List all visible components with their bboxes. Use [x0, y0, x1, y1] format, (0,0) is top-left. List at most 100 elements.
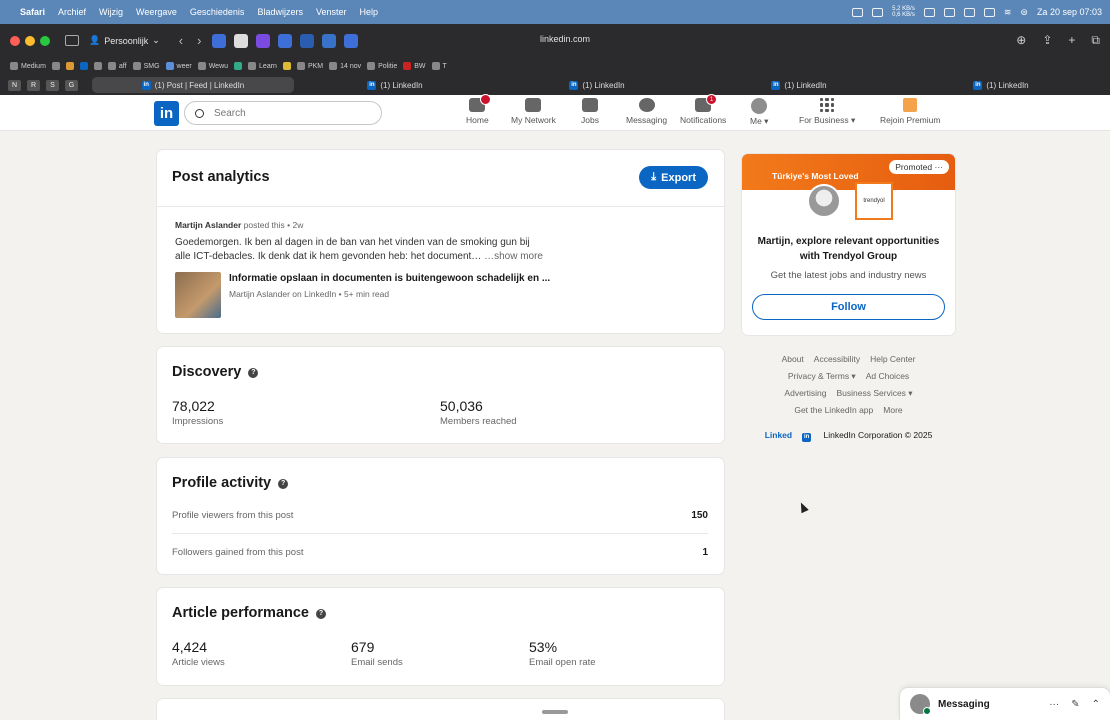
nav-jobs[interactable]: Jobs: [581, 98, 599, 125]
new-tab-icon[interactable]: +: [1068, 33, 1075, 48]
nav-notifications[interactable]: 1 Notifications: [680, 94, 726, 125]
favorite-item[interactable]: [51, 62, 60, 70]
profile-switcher[interactable]: 👤 Persoonlijk ⌄: [89, 35, 160, 46]
browser-tab[interactable]: in (1) LinkedIn: [496, 77, 698, 93]
share-icon[interactable]: ⇪: [1042, 33, 1052, 48]
address-bar[interactable]: linkedin.com: [540, 34, 590, 44]
footer-link[interactable]: Advertising: [784, 388, 826, 398]
favorite-item[interactable]: 14 nov: [329, 62, 361, 70]
follow-button[interactable]: Follow: [752, 294, 945, 320]
favorite-item[interactable]: Wewu: [197, 62, 228, 70]
sidebar-toggle-icon[interactable]: [65, 35, 79, 46]
footer-link[interactable]: Help Center: [870, 354, 915, 364]
extension-icon[interactable]: [278, 33, 293, 48]
favorite-item[interactable]: Politie: [367, 62, 397, 70]
menu-bladwijzers[interactable]: Bladwijzers: [257, 7, 303, 17]
footer-link[interactable]: About: [782, 354, 804, 364]
export-button[interactable]: ⤓ Export: [639, 166, 708, 189]
favorite-item[interactable]: weer: [165, 62, 192, 70]
promoted-badge[interactable]: Promoted ···: [889, 160, 949, 174]
nav-for-business[interactable]: For Business ▾: [799, 98, 855, 126]
more-options-icon[interactable]: ···: [935, 162, 944, 172]
pinned-tab[interactable]: G: [65, 79, 78, 91]
status-app-icon[interactable]: [943, 7, 955, 17]
help-question-icon[interactable]: ?: [248, 368, 259, 378]
footer-link[interactable]: Business Services ▾: [836, 388, 912, 398]
nav-home[interactable]: Home: [466, 94, 492, 125]
more-options-icon[interactable]: ···: [1049, 699, 1059, 710]
favorite-item[interactable]: [79, 62, 88, 70]
nav-messaging[interactable]: Messaging: [626, 98, 667, 125]
zoom-window-button[interactable]: [40, 35, 50, 46]
article-title[interactable]: Informatie opslaan in documenten is buit…: [229, 273, 550, 284]
status-app-icon[interactable]: [963, 7, 975, 17]
nav-me[interactable]: Me ▾: [750, 98, 768, 127]
favorite-item[interactable]: aff: [107, 62, 127, 70]
extension-icon[interactable]: [212, 33, 227, 48]
favorite-item[interactable]: [234, 62, 243, 70]
post-author[interactable]: Martijn Aslander: [175, 220, 241, 230]
browser-tab[interactable]: in (1) LinkedIn: [900, 77, 1102, 93]
extension-icon[interactable]: [256, 33, 271, 48]
status-app-icon[interactable]: [923, 7, 935, 17]
footer-link[interactable]: Accessibility: [814, 354, 860, 364]
chevron-up-icon[interactable]: ⌃: [1092, 699, 1100, 710]
nav-premium[interactable]: Rejoin Premium: [880, 98, 940, 125]
extension-icon[interactable]: [300, 33, 315, 48]
favorite-item[interactable]: BW: [403, 62, 426, 70]
favorite-item[interactable]: [93, 62, 102, 70]
status-app-icon[interactable]: [872, 7, 884, 17]
menu-wijzig[interactable]: Wijzig: [99, 7, 123, 17]
extension-icon[interactable]: [234, 33, 249, 48]
company-logo[interactable]: trendyol: [855, 182, 893, 220]
menu-help[interactable]: Help: [359, 7, 378, 17]
scroll-indicator[interactable]: [542, 710, 568, 714]
nav-my-network[interactable]: My Network: [511, 98, 556, 125]
menu-archief[interactable]: Archief: [58, 7, 86, 17]
help-question-icon[interactable]: ?: [316, 609, 326, 619]
menu-geschiedenis[interactable]: Geschiedenis: [190, 7, 245, 17]
status-app-icon[interactable]: [852, 7, 864, 17]
compose-icon[interactable]: ✎: [1071, 699, 1079, 710]
menu-venster[interactable]: Venster: [316, 7, 347, 17]
ad-banner-image[interactable]: Türkiye's Most Loved Promoted ···: [742, 154, 955, 190]
favorite-item[interactable]: T: [431, 62, 447, 70]
forward-arrow-icon[interactable]: ›: [197, 33, 201, 48]
help-question-icon[interactable]: ?: [278, 479, 289, 489]
tab-overview-icon[interactable]: ⧉: [1091, 33, 1100, 48]
linkedin-logo[interactable]: in: [154, 101, 179, 126]
download-icon[interactable]: ⊕: [1016, 33, 1026, 48]
pinned-tab[interactable]: S: [46, 79, 59, 91]
search-box[interactable]: [184, 101, 382, 125]
article-thumbnail[interactable]: [175, 272, 221, 318]
favorite-item[interactable]: [65, 62, 74, 70]
footer-link[interactable]: Ad Choices: [866, 371, 909, 381]
extension-icon[interactable]: [344, 33, 359, 48]
minimize-window-button[interactable]: [25, 35, 35, 46]
menubar-clock[interactable]: Za 20 sep 07:03: [1037, 7, 1102, 17]
browser-tab-active[interactable]: in (1) Post | Feed | LinkedIn: [92, 77, 294, 93]
favorite-item[interactable]: PKM: [296, 62, 323, 70]
control-center-icon[interactable]: ⊜: [1020, 7, 1028, 18]
favorite-item[interactable]: SMG: [132, 62, 160, 70]
pinned-tab[interactable]: R: [27, 79, 40, 91]
extension-icon[interactable]: [322, 33, 337, 48]
battery-icon[interactable]: [983, 7, 995, 17]
messaging-dock[interactable]: Messaging ··· ✎ ⌃: [900, 688, 1110, 720]
close-window-button[interactable]: [10, 35, 20, 46]
favorite-item[interactable]: [282, 62, 291, 70]
footer-link[interactable]: Get the LinkedIn app: [794, 405, 873, 415]
favorite-item[interactable]: Medium: [10, 62, 46, 70]
pinned-tab[interactable]: N: [8, 79, 21, 91]
back-arrow-icon[interactable]: ‹: [179, 33, 183, 48]
browser-tab[interactable]: in (1) LinkedIn: [698, 77, 900, 93]
favorite-item[interactable]: Learn: [248, 62, 277, 70]
show-more-link[interactable]: …show more: [484, 251, 543, 262]
footer-link[interactable]: More: [883, 405, 902, 415]
wifi-icon[interactable]: ≋: [1004, 7, 1012, 18]
browser-tab[interactable]: in (1) LinkedIn: [294, 77, 496, 93]
menu-weergave[interactable]: Weergave: [136, 7, 177, 17]
footer-link[interactable]: Privacy & Terms ▾: [788, 371, 856, 381]
search-input[interactable]: [214, 107, 364, 119]
menu-app-name[interactable]: Safari: [20, 7, 45, 17]
